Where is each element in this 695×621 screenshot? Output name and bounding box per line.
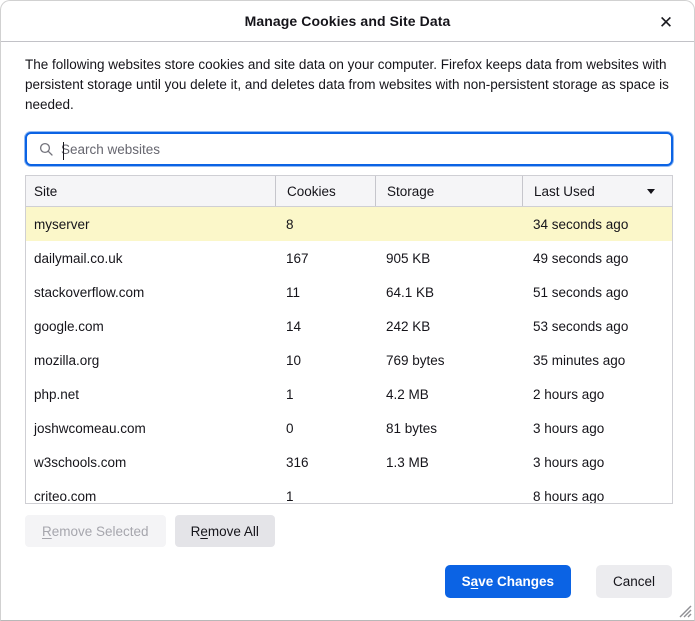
cell-cookies: 1 [286, 488, 294, 504]
cell-storage: 64.1 KB [386, 284, 435, 300]
table-row-dailymail[interactable]: dailymail.co.uk 167 905 KB 49 seconds ag… [26, 241, 672, 275]
cell-last-used: 2 hours ago [533, 386, 605, 402]
dialog-title: Manage Cookies and Site Data [244, 13, 451, 29]
cell-last-used: 51 seconds ago [533, 284, 629, 300]
cell-last-used: 35 minutes ago [533, 352, 626, 368]
cell-site: joshwcomeau.com [34, 420, 146, 436]
close-button[interactable]: ✕ [652, 8, 680, 36]
resize-grip[interactable] [676, 602, 692, 618]
table-row-stackoverflow[interactable]: stackoverflow.com 11 64.1 KB 51 seconds … [26, 275, 672, 309]
search-box[interactable] [25, 132, 673, 166]
dialog-titlebar: Manage Cookies and Site Data ✕ [1, 1, 694, 42]
save-changes-button[interactable]: Save Changes [444, 565, 571, 598]
cell-last-used: 8 hours ago [533, 488, 605, 504]
remove-selected-button[interactable]: Remove Selected [25, 515, 166, 547]
cell-storage: 769 bytes [386, 352, 445, 368]
cell-last-used: 3 hours ago [533, 420, 605, 436]
cell-cookies: 316 [286, 454, 309, 470]
column-header-site[interactable]: Site [26, 176, 275, 206]
column-header-last-used[interactable]: Last Used [522, 176, 672, 206]
cell-cookies: 1 [286, 386, 294, 402]
column-header-storage[interactable]: Storage [375, 176, 522, 206]
cell-last-used: 49 seconds ago [533, 250, 629, 266]
cell-cookies: 11 [286, 284, 301, 300]
dialog-footer: Save Changes Cancel [444, 565, 672, 598]
cell-last-used: 3 hours ago [533, 454, 605, 470]
table-row-myserver[interactable]: myserver 8 34 seconds ago [26, 207, 672, 241]
cell-site: myserver [34, 216, 90, 232]
removal-actions: Remove Selected Remove All [25, 515, 671, 547]
cell-site: dailymail.co.uk [34, 250, 123, 266]
table-body: myserver 8 34 seconds ago dailymail.co.u… [26, 207, 672, 503]
manage-cookies-dialog: Manage Cookies and Site Data ✕ The follo… [0, 0, 695, 621]
cell-cookies: 0 [286, 420, 294, 436]
cancel-button[interactable]: Cancel [595, 565, 672, 598]
cell-site: criteo.com [34, 488, 97, 504]
cell-site: mozilla.org [34, 352, 100, 368]
remove-all-button[interactable]: Remove All [174, 515, 275, 547]
cell-site: w3schools.com [34, 454, 127, 470]
cell-site: google.com [34, 318, 104, 334]
cell-site: stackoverflow.com [34, 284, 145, 300]
cell-storage: 1.3 MB [386, 454, 429, 470]
table-row-php[interactable]: php.net 1 4.2 MB 2 hours ago [26, 377, 672, 411]
cell-site: php.net [34, 386, 80, 402]
cell-cookies: 14 [286, 318, 302, 334]
close-icon: ✕ [658, 12, 674, 32]
cell-storage: 242 KB [386, 318, 431, 334]
cell-cookies: 8 [286, 216, 294, 232]
cell-last-used: 34 seconds ago [533, 216, 629, 232]
cell-storage: 905 KB [386, 250, 431, 266]
table-header-row: Site Cookies Storage Last Used [26, 176, 672, 207]
table-row-joshwcomeau[interactable]: joshwcomeau.com 0 81 bytes 3 hours ago [26, 411, 672, 445]
table-row-mozilla[interactable]: mozilla.org 10 769 bytes 35 minutes ago [26, 343, 672, 377]
site-data-table: Site Cookies Storage Last Used myserver … [25, 175, 673, 504]
cell-cookies: 167 [286, 250, 309, 266]
search-input[interactable] [61, 134, 671, 164]
table-row-criteo[interactable]: criteo.com 1 8 hours ago [26, 479, 672, 504]
cell-last-used: 53 seconds ago [533, 318, 629, 334]
search-icon [39, 142, 53, 156]
dialog-content: The following websites store cookies and… [1, 55, 694, 547]
table-row-google[interactable]: google.com 14 242 KB 53 seconds ago [26, 309, 672, 343]
cell-cookies: 10 [286, 352, 302, 368]
dialog-description: The following websites store cookies and… [25, 57, 669, 112]
sort-descending-icon [647, 189, 655, 194]
column-header-cookies[interactable]: Cookies [275, 176, 375, 206]
text-caret [63, 142, 64, 160]
table-row-w3schools[interactable]: w3schools.com 316 1.3 MB 3 hours ago [26, 445, 672, 479]
cell-storage: 4.2 MB [386, 386, 429, 402]
cell-storage: 81 bytes [386, 420, 438, 436]
